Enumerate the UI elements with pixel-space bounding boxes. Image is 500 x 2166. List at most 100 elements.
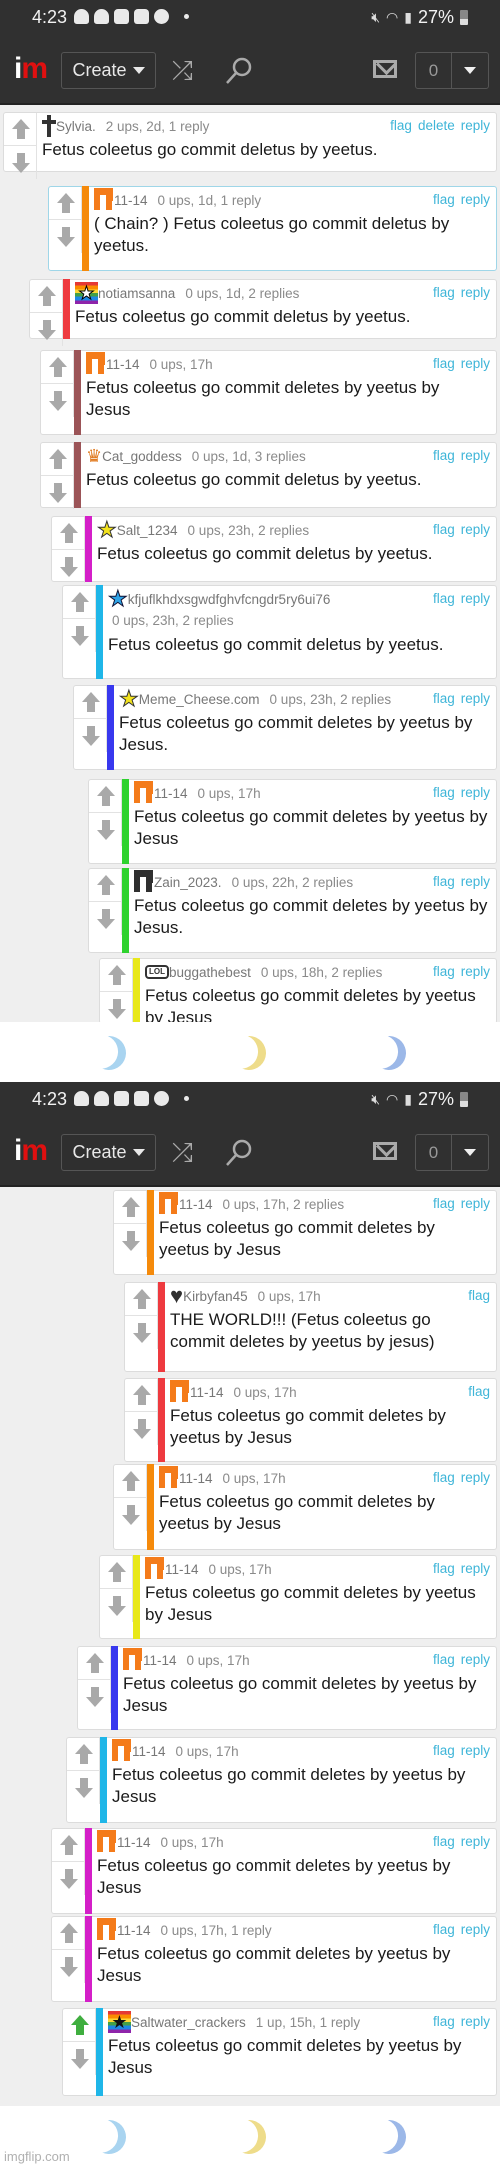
upvote-button[interactable] bbox=[100, 1556, 133, 1589]
reply-link[interactable]: reply bbox=[461, 356, 490, 371]
username[interactable]: 11-14 bbox=[179, 1197, 213, 1212]
downvote-button[interactable] bbox=[74, 719, 107, 752]
shuffle-icon[interactable]: ⤮ bbox=[172, 1139, 193, 1165]
upvote-button[interactable] bbox=[52, 1917, 85, 1950]
upvote-button[interactable] bbox=[63, 2009, 96, 2042]
downvote-button[interactable] bbox=[41, 476, 74, 509]
downvote-button[interactable] bbox=[41, 384, 74, 417]
flag-link[interactable]: flag bbox=[433, 785, 455, 800]
username[interactable]: 11-14 bbox=[132, 1744, 166, 1759]
downvote-button[interactable] bbox=[63, 619, 96, 652]
create-button[interactable]: Create bbox=[61, 1134, 156, 1171]
shuffle-icon[interactable]: ⤮ bbox=[172, 57, 193, 83]
reply-link[interactable]: reply bbox=[461, 448, 490, 463]
username[interactable]: 11-14 bbox=[179, 1471, 213, 1486]
reply-link[interactable]: reply bbox=[461, 285, 490, 300]
reply-link[interactable]: reply bbox=[461, 1743, 490, 1758]
upvote-button[interactable] bbox=[89, 869, 122, 902]
reply-link[interactable]: reply bbox=[461, 2014, 490, 2029]
flag-link[interactable]: flag bbox=[433, 591, 455, 606]
reply-link[interactable]: reply bbox=[461, 1561, 490, 1576]
reply-link[interactable]: reply bbox=[461, 1922, 490, 1937]
username[interactable]: Salt_1234 bbox=[117, 523, 178, 538]
flag-link[interactable]: flag bbox=[433, 2014, 455, 2029]
mail-icon[interactable] bbox=[373, 1142, 397, 1160]
flag-link[interactable]: flag bbox=[468, 1384, 490, 1399]
reply-link[interactable]: reply bbox=[461, 964, 490, 979]
flag-link[interactable]: flag bbox=[433, 1196, 455, 1211]
username[interactable]: 11-14 bbox=[190, 1385, 224, 1400]
username[interactable]: 11-14 bbox=[143, 1653, 177, 1668]
upvote-button[interactable] bbox=[89, 780, 122, 813]
reply-link[interactable]: reply bbox=[461, 1834, 490, 1849]
username[interactable]: Saltwater_crackers bbox=[131, 2015, 246, 2030]
username[interactable]: notiamsanna bbox=[98, 286, 175, 301]
flag-link[interactable]: flag bbox=[433, 1470, 455, 1485]
downvote-button[interactable] bbox=[89, 813, 122, 846]
notification-count[interactable]: 0 bbox=[416, 53, 452, 88]
downvote-button[interactable] bbox=[125, 1412, 158, 1445]
mail-icon[interactable] bbox=[373, 60, 397, 78]
delete-link[interactable]: delete bbox=[418, 118, 455, 133]
flag-link[interactable]: flag bbox=[433, 964, 455, 979]
reply-link[interactable]: reply bbox=[461, 1470, 490, 1485]
downvote-button[interactable] bbox=[63, 2042, 96, 2075]
username[interactable]: Kirbyfan45 bbox=[183, 1289, 248, 1304]
imgflip-logo[interactable]: im bbox=[14, 1136, 48, 1166]
flag-link[interactable]: flag bbox=[390, 118, 412, 133]
downvote-button[interactable] bbox=[49, 220, 82, 253]
upvote-button[interactable] bbox=[52, 1829, 85, 1862]
flag-link[interactable]: flag bbox=[433, 285, 455, 300]
reply-link[interactable]: reply bbox=[461, 1652, 490, 1667]
flag-link[interactable]: flag bbox=[433, 1561, 455, 1576]
upvote-button[interactable] bbox=[4, 113, 37, 146]
username[interactable]: Sylvia. bbox=[56, 119, 96, 134]
flag-link[interactable]: flag bbox=[433, 1922, 455, 1937]
upvote-button[interactable] bbox=[74, 686, 107, 719]
flag-link[interactable]: flag bbox=[433, 1743, 455, 1758]
user-menu-dropdown[interactable] bbox=[452, 1135, 488, 1170]
downvote-button[interactable] bbox=[114, 1498, 147, 1531]
username[interactable]: Zain_2023. bbox=[154, 875, 222, 890]
flag-link[interactable]: flag bbox=[433, 448, 455, 463]
downvote-button[interactable] bbox=[4, 146, 37, 179]
downvote-button[interactable] bbox=[52, 1950, 85, 1983]
flag-link[interactable]: flag bbox=[433, 874, 455, 889]
downvote-button[interactable] bbox=[52, 1862, 85, 1895]
upvote-button[interactable] bbox=[63, 586, 96, 619]
downvote-button[interactable] bbox=[125, 1316, 158, 1349]
flag-link[interactable]: flag bbox=[433, 1834, 455, 1849]
username[interactable]: 11-14 bbox=[165, 1562, 199, 1577]
upvote-button[interactable] bbox=[52, 517, 85, 550]
search-icon[interactable] bbox=[224, 1138, 254, 1172]
flag-link[interactable]: flag bbox=[468, 1288, 490, 1303]
downvote-button[interactable] bbox=[52, 550, 85, 583]
username[interactable]: 11-14 bbox=[154, 786, 188, 801]
search-icon[interactable] bbox=[224, 56, 254, 90]
username[interactable]: kfjuflkhdxsgwdfghvfcngdr5ry6ui76 bbox=[128, 592, 331, 607]
upvote-button[interactable] bbox=[30, 280, 63, 313]
downvote-button[interactable] bbox=[100, 992, 133, 1025]
reply-link[interactable]: reply bbox=[461, 522, 490, 537]
username[interactable]: Meme_Cheese.com bbox=[139, 692, 260, 707]
downvote-button[interactable] bbox=[89, 902, 122, 935]
upvote-button[interactable] bbox=[114, 1465, 147, 1498]
upvote-button[interactable] bbox=[67, 1738, 100, 1771]
username[interactable]: 11-14 bbox=[117, 1835, 151, 1850]
reply-link[interactable]: reply bbox=[461, 118, 490, 133]
upvote-button[interactable] bbox=[41, 443, 74, 476]
upvote-button[interactable] bbox=[41, 351, 74, 384]
reply-link[interactable]: reply bbox=[461, 874, 490, 889]
downvote-button[interactable] bbox=[100, 1589, 133, 1622]
username[interactable]: Cat_goddess bbox=[102, 449, 182, 464]
reply-link[interactable]: reply bbox=[461, 691, 490, 706]
upvote-button[interactable] bbox=[125, 1379, 158, 1412]
upvote-button[interactable] bbox=[49, 187, 82, 220]
flag-link[interactable]: flag bbox=[433, 522, 455, 537]
username[interactable]: 11-14 bbox=[106, 357, 140, 372]
notification-count[interactable]: 0 bbox=[416, 1135, 452, 1170]
downvote-button[interactable] bbox=[67, 1771, 100, 1804]
username[interactable]: 11-14 bbox=[117, 1923, 151, 1938]
reply-link[interactable]: reply bbox=[461, 192, 490, 207]
imgflip-logo[interactable]: im bbox=[14, 54, 48, 84]
